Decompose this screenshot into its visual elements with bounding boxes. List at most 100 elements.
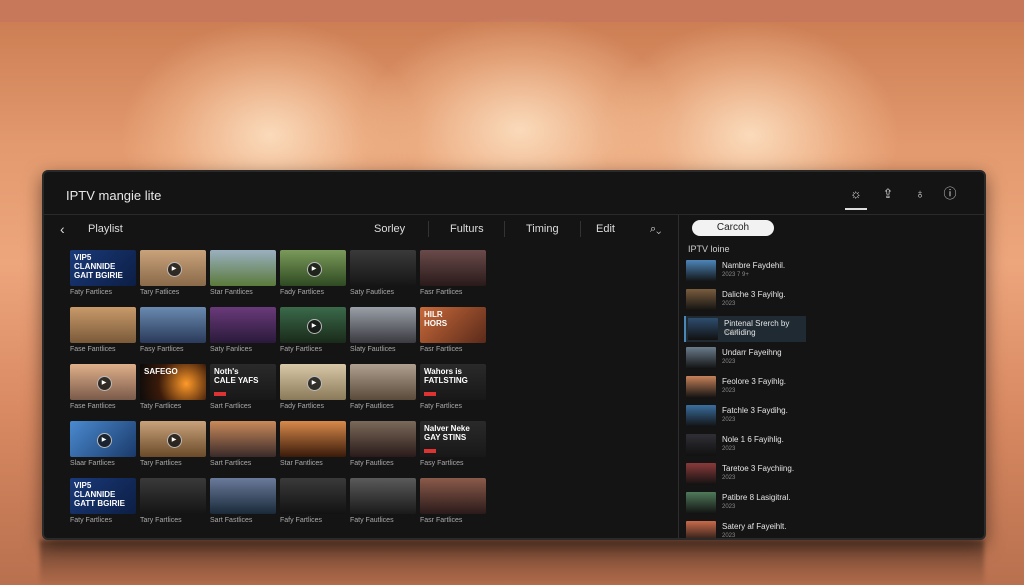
video-tile[interactable]: Slaty Fautlices [350,307,416,354]
channel-list-item[interactable]: Patibre 8 Lasigitral. 2023 [684,490,804,516]
video-tile[interactable]: ▶ Slaar Fartlices [70,421,136,468]
channel-list-item[interactable]: Nole 1 6 Fayihlig. 2023 [684,432,804,458]
video-tile[interactable]: Fasy Fartlices [140,307,206,354]
video-thumbnail[interactable] [140,307,206,343]
play-icon[interactable]: ▶ [166,432,182,448]
video-caption: Fasr Fartlices [420,517,463,524]
video-thumbnail[interactable]: ▶ [70,364,136,400]
video-tile[interactable]: HILR HORS Fasr Fartlices [420,307,486,354]
video-thumbnail[interactable] [210,250,276,286]
video-tile[interactable]: VIP5 CLANNIDE GATT BGIRIE Faty Fartlices [70,478,136,525]
video-caption: Fase Fantlices [70,346,116,353]
video-tile[interactable]: Sart Fastlices [210,478,276,525]
tab-timing[interactable]: Timing [526,223,559,235]
search-button[interactable]: Carcoh [692,220,774,236]
channel-list-item[interactable]: Daliche 3 Fayihlg. 2023 [684,287,804,313]
video-thumbnail[interactable]: ▶ [280,250,346,286]
tab-edit[interactable]: Edit [596,223,615,235]
channel-thumbnail [686,434,716,456]
video-thumbnail[interactable] [350,364,416,400]
video-caption: Faty Fartlices [70,517,113,524]
video-thumbnail[interactable] [420,478,486,514]
channel-list-item[interactable]: Feolore 3 Fayihlg. 2023 [684,374,804,400]
settings-sun-icon[interactable]: ☼ [845,186,867,210]
play-icon[interactable]: ▶ [306,261,322,277]
channel-thumbnail [686,405,716,427]
thumbnail-title-text: Wahors is FATLSTING [424,367,468,385]
video-thumbnail[interactable]: Noth's CALE YAFS [210,364,276,400]
video-thumbnail[interactable] [280,478,346,514]
channel-list-item[interactable]: Taretoe 3 Faychiing. 2023 [684,461,804,487]
video-thumbnail[interactable]: ▶ [280,364,346,400]
thumbnail-title-text: Nalver Neke GAY STINS [424,424,470,442]
video-thumbnail[interactable]: VIP5 CLANNIDE GATT BGIRIE [70,478,136,514]
play-icon[interactable]: ▶ [96,432,112,448]
video-thumbnail[interactable]: HILR HORS [420,307,486,343]
video-thumbnail[interactable]: ▶ [140,250,206,286]
video-thumbnail[interactable] [210,478,276,514]
video-tile[interactable]: ▶ Tary Fatlices [140,250,206,297]
tab-fulturs[interactable]: Fulturs [450,223,484,235]
back-arrow-icon[interactable]: ‹ [60,221,65,237]
video-tile[interactable]: ▶ Tary Fartlices [140,421,206,468]
video-thumbnail[interactable] [420,250,486,286]
video-tile[interactable]: Fase Fantlices [70,307,136,354]
video-tile[interactable]: Star Fantlices [280,421,346,468]
channel-thumbnail [686,347,716,369]
tab-sorley[interactable]: Sorley [374,223,405,235]
video-tile[interactable]: Saty Fautlices [350,250,416,297]
video-thumbnail[interactable]: Nalver Neke GAY STINS [420,421,486,457]
video-caption: Fase Fantlices [70,403,116,410]
video-thumbnail[interactable] [280,421,346,457]
video-tile[interactable]: Star Fantlices [210,250,276,297]
channel-list-item[interactable]: Undarr Fayeihng 2023 [684,345,804,371]
video-tile[interactable]: ▶ Faty Fartlices [280,307,346,354]
video-tile[interactable]: Faty Fautlices [350,421,416,468]
channel-list-item[interactable]: Pintenal Srerch by Carliding 2023 [684,316,806,342]
video-thumbnail[interactable] [140,478,206,514]
video-tile[interactable]: Sart Fartlices [210,421,276,468]
channel-list-item[interactable]: Fatchle 3 Faydihg. 2023 [684,403,804,429]
video-tile[interactable]: ▶ Fady Fartlices [280,364,346,411]
video-tile[interactable]: Wahors is FATLSTING Faty Fartlices [420,364,486,411]
video-caption: Fady Fartlices [280,289,324,296]
play-icon[interactable]: ▶ [306,318,322,334]
share-icon[interactable]: ⇪ [880,186,896,202]
video-thumbnail[interactable]: VIP5 CLANNIDE GAIT BGIRIE [70,250,136,286]
video-tile[interactable]: Tary Fartlices [140,478,206,525]
video-tile[interactable]: ▶ Fady Fartlices [280,250,346,297]
video-tile[interactable]: Fasr Fartlices [420,478,486,525]
video-tile[interactable]: SAFEGO Taty Fartlices [140,364,206,411]
video-tile[interactable]: Fafy Fartlices [280,478,346,525]
video-thumbnail[interactable] [350,478,416,514]
video-tile[interactable]: Nalver Neke GAY STINS Fasy Fartlices [420,421,486,468]
play-icon[interactable]: ▶ [96,375,112,391]
video-thumbnail[interactable] [350,307,416,343]
info-icon[interactable]: ⓘ [942,186,958,202]
video-tile[interactable]: Faty Fautlices [350,478,416,525]
video-thumbnail[interactable]: ▶ [140,421,206,457]
video-tile[interactable]: Noth's CALE YAFS Sart Fartlices [210,364,276,411]
video-caption: Tary Fatlices [140,289,180,296]
video-thumbnail[interactable]: Wahors is FATLSTING [420,364,486,400]
bulb-icon[interactable]: ♁ [912,186,928,202]
video-thumbnail[interactable] [350,250,416,286]
video-tile[interactable]: Saty Fanlices [210,307,276,354]
play-icon[interactable]: ▶ [166,261,182,277]
channel-list-item[interactable]: Satery af Fayeihlt. 2023 [684,519,804,538]
video-tile[interactable]: VIP5 CLANNIDE GAIT BGIRIE Faty Fartlices [70,250,136,297]
video-thumbnail[interactable]: ▶ [70,421,136,457]
channel-thumbnail [686,521,716,538]
video-thumbnail[interactable] [70,307,136,343]
video-tile[interactable]: Fasr Fartlices [420,250,486,297]
channel-list-item[interactable]: Nambre Faydehil. 2023 7 9+ [684,258,804,284]
video-thumbnail[interactable] [210,307,276,343]
video-tile[interactable]: ▶ Fase Fantlices [70,364,136,411]
video-thumbnail[interactable] [350,421,416,457]
video-thumbnail[interactable]: ▶ [280,307,346,343]
play-icon[interactable]: ▶ [306,375,322,391]
microphone-dropdown-icon[interactable]: ⌕⌄ [650,223,661,236]
video-tile[interactable]: Faty Fautlices [350,364,416,411]
video-thumbnail[interactable]: SAFEGO [140,364,206,400]
video-thumbnail[interactable] [210,421,276,457]
